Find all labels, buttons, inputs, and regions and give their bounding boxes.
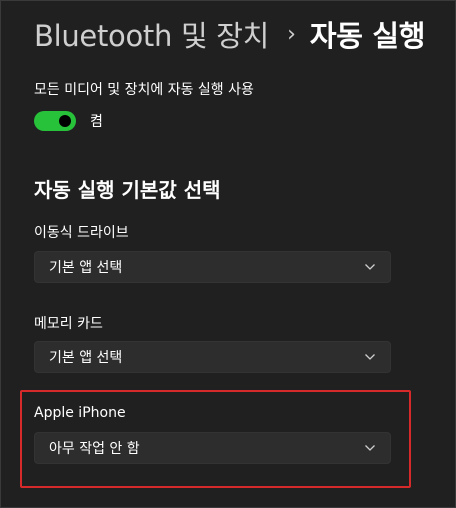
dropdown-value: 아무 작업 안 함 bbox=[49, 441, 140, 457]
toggle-knob bbox=[59, 115, 71, 127]
memory-card-dropdown[interactable]: 기본 앱 선택 bbox=[34, 341, 391, 373]
breadcrumb: Bluetooth 및 장치 › 자동 실행 bbox=[34, 13, 426, 55]
page-title: 자동 실행 bbox=[309, 19, 426, 53]
autoplay-toggle[interactable] bbox=[34, 111, 76, 131]
toggle-state-label: 켬 bbox=[90, 114, 103, 130]
chevron-down-icon bbox=[365, 445, 375, 451]
breadcrumb-parent[interactable]: Bluetooth 및 장치 bbox=[34, 13, 269, 55]
autoplay-toggle-label: 모든 미디어 및 장치에 자동 실행 사용 bbox=[34, 82, 254, 98]
autoplay-toggle-row: 켬 bbox=[34, 111, 103, 131]
section-title: 자동 실행 기본값 선택 bbox=[34, 178, 221, 202]
dropdown-value: 기본 앱 선택 bbox=[49, 350, 123, 366]
apple-iphone-dropdown[interactable]: 아무 작업 안 함 bbox=[34, 432, 391, 464]
removable-drive-label: 이동식 드라이브 bbox=[34, 225, 129, 241]
memory-card-label: 메모리 카드 bbox=[34, 316, 103, 332]
removable-drive-dropdown[interactable]: 기본 앱 선택 bbox=[34, 251, 391, 283]
breadcrumb-separator-icon: › bbox=[287, 21, 296, 47]
dropdown-value: 기본 앱 선택 bbox=[49, 260, 123, 276]
chevron-down-icon bbox=[365, 354, 375, 360]
apple-iphone-label: Apple iPhone bbox=[34, 405, 126, 421]
chevron-down-icon bbox=[365, 264, 375, 270]
